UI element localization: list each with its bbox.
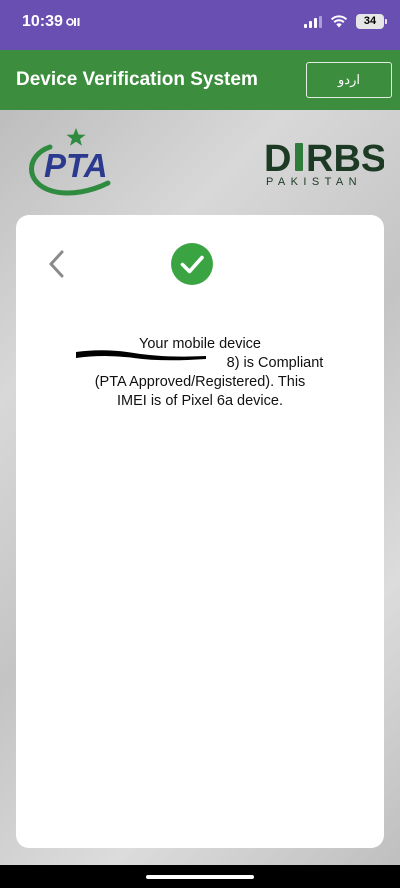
- pta-logo-text: PTA: [44, 147, 108, 184]
- urdu-language-button[interactable]: اردو: [306, 62, 392, 98]
- back-chevron-icon[interactable]: [46, 249, 68, 279]
- result-card: Your mobile device 8) is Compliant (PTA …: [16, 215, 384, 848]
- dirbs-logo: D RBS PAKISTAN: [264, 138, 384, 188]
- message-line: IMEI is of Pixel 6a device.: [116, 393, 283, 409]
- message-line: (PTA Approved/Registered). This: [94, 374, 306, 390]
- location-icon: [66, 18, 80, 26]
- battery-icon: 34: [356, 14, 387, 29]
- status-time: 10:39: [22, 13, 63, 30]
- check-icon: [171, 243, 213, 285]
- pta-logo: PTA: [29, 128, 111, 196]
- dirbs-logo-rbs: RBS: [306, 138, 384, 180]
- verification-message: Your mobile device 8) is Compliant (PTA …: [36, 335, 364, 411]
- wifi-icon: [330, 15, 348, 28]
- home-indicator[interactable]: [146, 875, 254, 879]
- redaction-mark: [76, 350, 206, 361]
- signal-icon: [304, 15, 322, 28]
- status-bar: 10:39 34: [0, 0, 400, 50]
- status-indicators: 34: [304, 14, 387, 29]
- dirbs-logo-subtitle: PAKISTAN: [266, 176, 362, 188]
- dirbs-logo-i-bar: [295, 143, 303, 171]
- system-nav-bar: [0, 865, 400, 888]
- dirbs-logo-d: D: [264, 138, 291, 180]
- app-title: Device Verification System: [16, 69, 258, 90]
- app-bar: Device Verification System اردو: [0, 50, 400, 110]
